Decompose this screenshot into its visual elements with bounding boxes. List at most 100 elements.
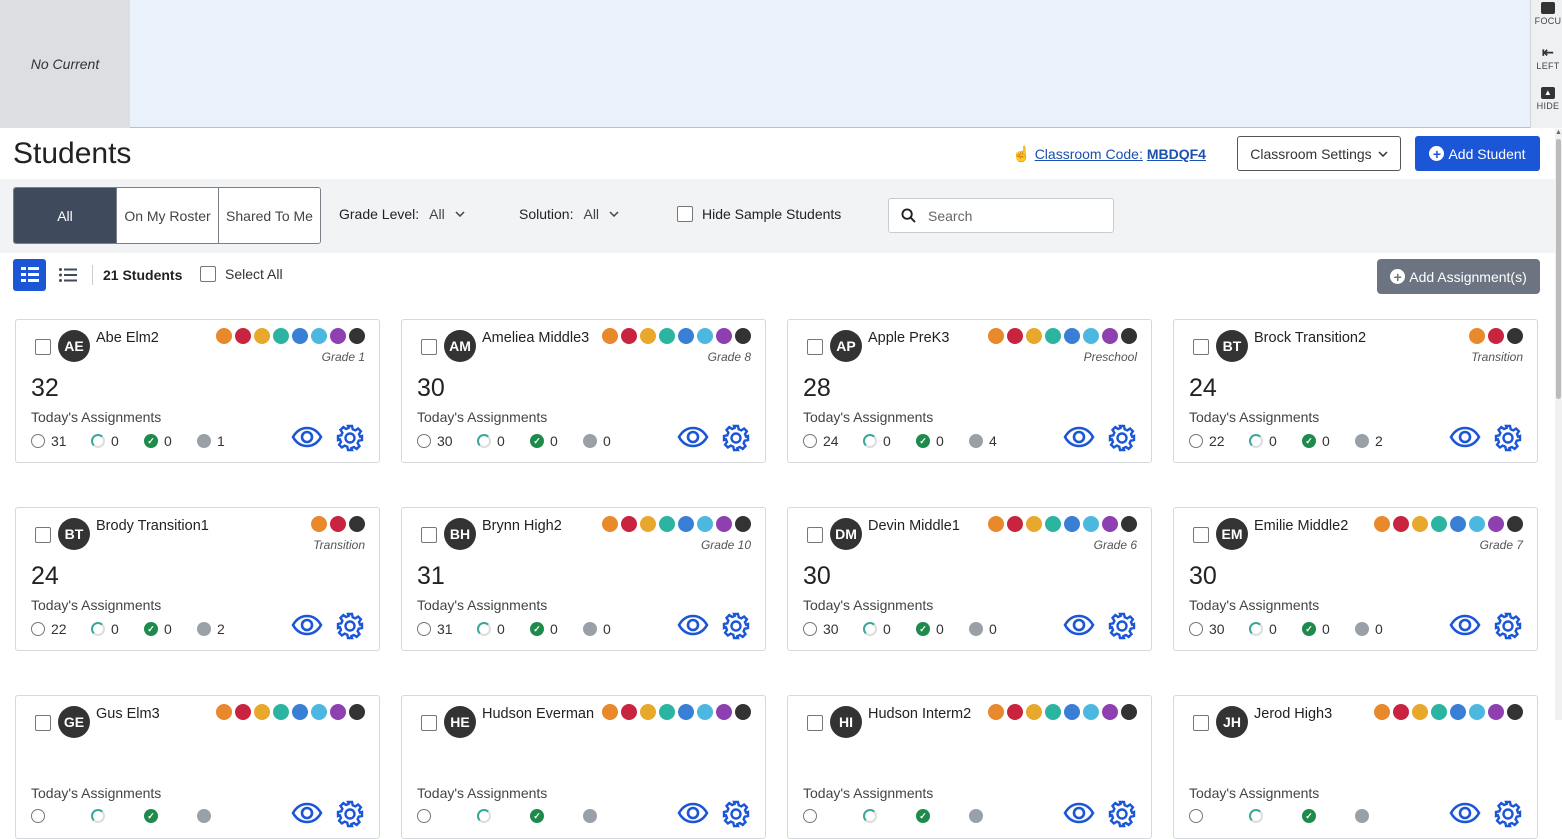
student-checkbox[interactable] bbox=[421, 715, 437, 731]
view-eye-icon[interactable] bbox=[1063, 426, 1095, 448]
select-all-checkbox[interactable] bbox=[200, 266, 216, 282]
solution-icons bbox=[311, 516, 365, 532]
top-banner: No Current FOCU ⇤ LEFT ▲ HIDE bbox=[0, 0, 1562, 128]
student-checkbox[interactable] bbox=[421, 527, 437, 543]
avatar: BT bbox=[1216, 330, 1248, 362]
settings-gear-icon[interactable] bbox=[336, 800, 364, 828]
student-card[interactable]: AM Ameliea Middle3 Grade 8 30 Today's Assign… bbox=[401, 319, 766, 463]
student-name[interactable]: Brock Transition2 bbox=[1254, 330, 1366, 346]
student-name[interactable]: Apple PreK3 bbox=[868, 330, 949, 346]
settings-gear-icon[interactable] bbox=[722, 612, 750, 640]
settings-gear-icon[interactable] bbox=[722, 800, 750, 828]
student-name[interactable]: Emilie Middle2 bbox=[1254, 518, 1348, 534]
hide-sample-checkbox[interactable] bbox=[677, 206, 693, 222]
student-card[interactable]: EM Emilie Middle2 Grade 7 30 Today's Assignm… bbox=[1173, 507, 1538, 651]
solution-icon bbox=[273, 328, 289, 344]
student-name[interactable]: Devin Middle1 bbox=[868, 518, 960, 534]
student-card[interactable]: JH Jerod High3 Today's Assignments ✓ bbox=[1173, 695, 1538, 839]
student-checkbox[interactable] bbox=[35, 527, 51, 543]
solution-icon bbox=[735, 704, 751, 720]
view-eye-icon[interactable] bbox=[1063, 614, 1095, 636]
other-status-icon bbox=[197, 434, 211, 448]
add-student-button[interactable]: + Add Student bbox=[1415, 136, 1540, 171]
student-checkbox[interactable] bbox=[807, 339, 823, 355]
settings-gear-icon[interactable] bbox=[336, 612, 364, 640]
student-checkbox[interactable] bbox=[1193, 339, 1209, 355]
settings-gear-icon[interactable] bbox=[336, 424, 364, 452]
scrollbar-thumb[interactable] bbox=[1556, 139, 1561, 399]
grade-level-filter[interactable]: Grade Level: All bbox=[339, 206, 465, 222]
avatar: JH bbox=[1216, 706, 1248, 738]
view-eye-icon[interactable] bbox=[1063, 802, 1095, 824]
student-checkbox[interactable] bbox=[421, 339, 437, 355]
view-eye-icon[interactable] bbox=[677, 802, 709, 824]
other-status-icon bbox=[1355, 809, 1369, 823]
student-card[interactable]: GE Gus Elm3 Today's Assignments ✓ bbox=[15, 695, 380, 839]
student-name[interactable]: Brynn High2 bbox=[482, 518, 562, 534]
view-eye-icon[interactable] bbox=[677, 426, 709, 448]
student-checkbox[interactable] bbox=[807, 715, 823, 731]
student-name[interactable]: Abe Elm2 bbox=[96, 330, 159, 346]
settings-gear-icon[interactable] bbox=[1494, 424, 1522, 452]
student-card[interactable]: AE Abe Elm2 Grade 1 32 Today's Assignments 31… bbox=[15, 319, 380, 463]
solution-filter[interactable]: Solution: All bbox=[519, 206, 619, 222]
student-card[interactable]: BT Brody Transition1 Transition 24 Today's A… bbox=[15, 507, 380, 651]
not-started-count: 31 bbox=[437, 621, 453, 637]
classroom-settings-button[interactable]: Classroom Settings bbox=[1237, 136, 1401, 171]
select-all-label: Select All bbox=[225, 266, 283, 282]
scroll-up-arrow-icon[interactable]: ▲ bbox=[1555, 129, 1562, 137]
not-started-icon bbox=[31, 622, 45, 636]
student-card[interactable]: HI Hudson Interm2 Today's Assignments ✓ bbox=[787, 695, 1152, 839]
view-eye-icon[interactable] bbox=[677, 614, 709, 636]
not-started-icon bbox=[417, 622, 431, 636]
view-eye-icon[interactable] bbox=[1449, 802, 1481, 824]
solution-icon bbox=[1393, 704, 1409, 720]
add-assignments-button[interactable]: + Add Assignment(s) bbox=[1377, 259, 1540, 294]
grid-view-button[interactable] bbox=[13, 259, 46, 291]
focus-button[interactable]: FOCU bbox=[1533, 2, 1562, 26]
completed-count: 0 bbox=[936, 433, 944, 449]
view-eye-icon[interactable] bbox=[291, 614, 323, 636]
hide-sample-toggle[interactable]: Hide Sample Students bbox=[677, 206, 841, 222]
solution-icon bbox=[1007, 328, 1023, 344]
settings-gear-icon[interactable] bbox=[1108, 800, 1136, 828]
student-checkbox[interactable] bbox=[1193, 527, 1209, 543]
solution-icon bbox=[659, 516, 675, 532]
student-card[interactable]: HE Hudson Everman Today's Assignments ✓ bbox=[401, 695, 766, 839]
not-started-icon bbox=[1189, 809, 1203, 823]
list-view-button[interactable] bbox=[55, 259, 81, 291]
view-eye-icon[interactable] bbox=[1449, 426, 1481, 448]
select-all-toggle[interactable]: Select All bbox=[200, 266, 283, 282]
segment-all[interactable]: All bbox=[14, 188, 116, 243]
solution-icon bbox=[235, 328, 251, 344]
settings-gear-icon[interactable] bbox=[1494, 612, 1522, 640]
student-name[interactable]: Brody Transition1 bbox=[96, 518, 209, 534]
solution-icon bbox=[254, 704, 270, 720]
settings-gear-icon[interactable] bbox=[1108, 612, 1136, 640]
add-student-label: Add Student bbox=[1448, 145, 1526, 162]
student-card[interactable]: BT Brock Transition2 Transition 24 Today's A… bbox=[1173, 319, 1538, 463]
settings-gear-icon[interactable] bbox=[1108, 424, 1136, 452]
view-eye-icon[interactable] bbox=[291, 802, 323, 824]
classroom-code-link[interactable]: ☝ Classroom Code: MBDQF4 bbox=[1012, 145, 1206, 163]
segment-on-my-roster[interactable]: On My Roster bbox=[116, 188, 218, 243]
student-card[interactable]: AP Apple PreK3 Preschool 28 Today's Assignme… bbox=[787, 319, 1152, 463]
student-checkbox[interactable] bbox=[807, 527, 823, 543]
scrollbar[interactable]: ▲ bbox=[1555, 129, 1562, 720]
view-eye-icon[interactable] bbox=[291, 426, 323, 448]
segment-shared-to-me[interactable]: Shared To Me bbox=[218, 188, 320, 243]
student-name[interactable]: Ameliea Middle3 bbox=[482, 330, 589, 346]
view-eye-icon[interactable] bbox=[1449, 614, 1481, 636]
student-checkbox[interactable] bbox=[1193, 715, 1209, 731]
student-checkbox[interactable] bbox=[35, 339, 51, 355]
solution-icon bbox=[311, 704, 327, 720]
left-button[interactable]: ⇤ LEFT bbox=[1533, 44, 1562, 71]
student-card[interactable]: DM Devin Middle1 Grade 6 30 Today's Assignme… bbox=[787, 507, 1152, 651]
settings-gear-icon[interactable] bbox=[722, 424, 750, 452]
student-checkbox[interactable] bbox=[35, 715, 51, 731]
settings-gear-icon[interactable] bbox=[1494, 800, 1522, 828]
hide-button[interactable]: ▲ HIDE bbox=[1533, 87, 1562, 111]
search-input[interactable]: Search bbox=[888, 198, 1114, 233]
other-status-icon bbox=[1355, 434, 1369, 448]
student-card[interactable]: BH Brynn High2 Grade 10 31 Today's Assignmen… bbox=[401, 507, 766, 651]
